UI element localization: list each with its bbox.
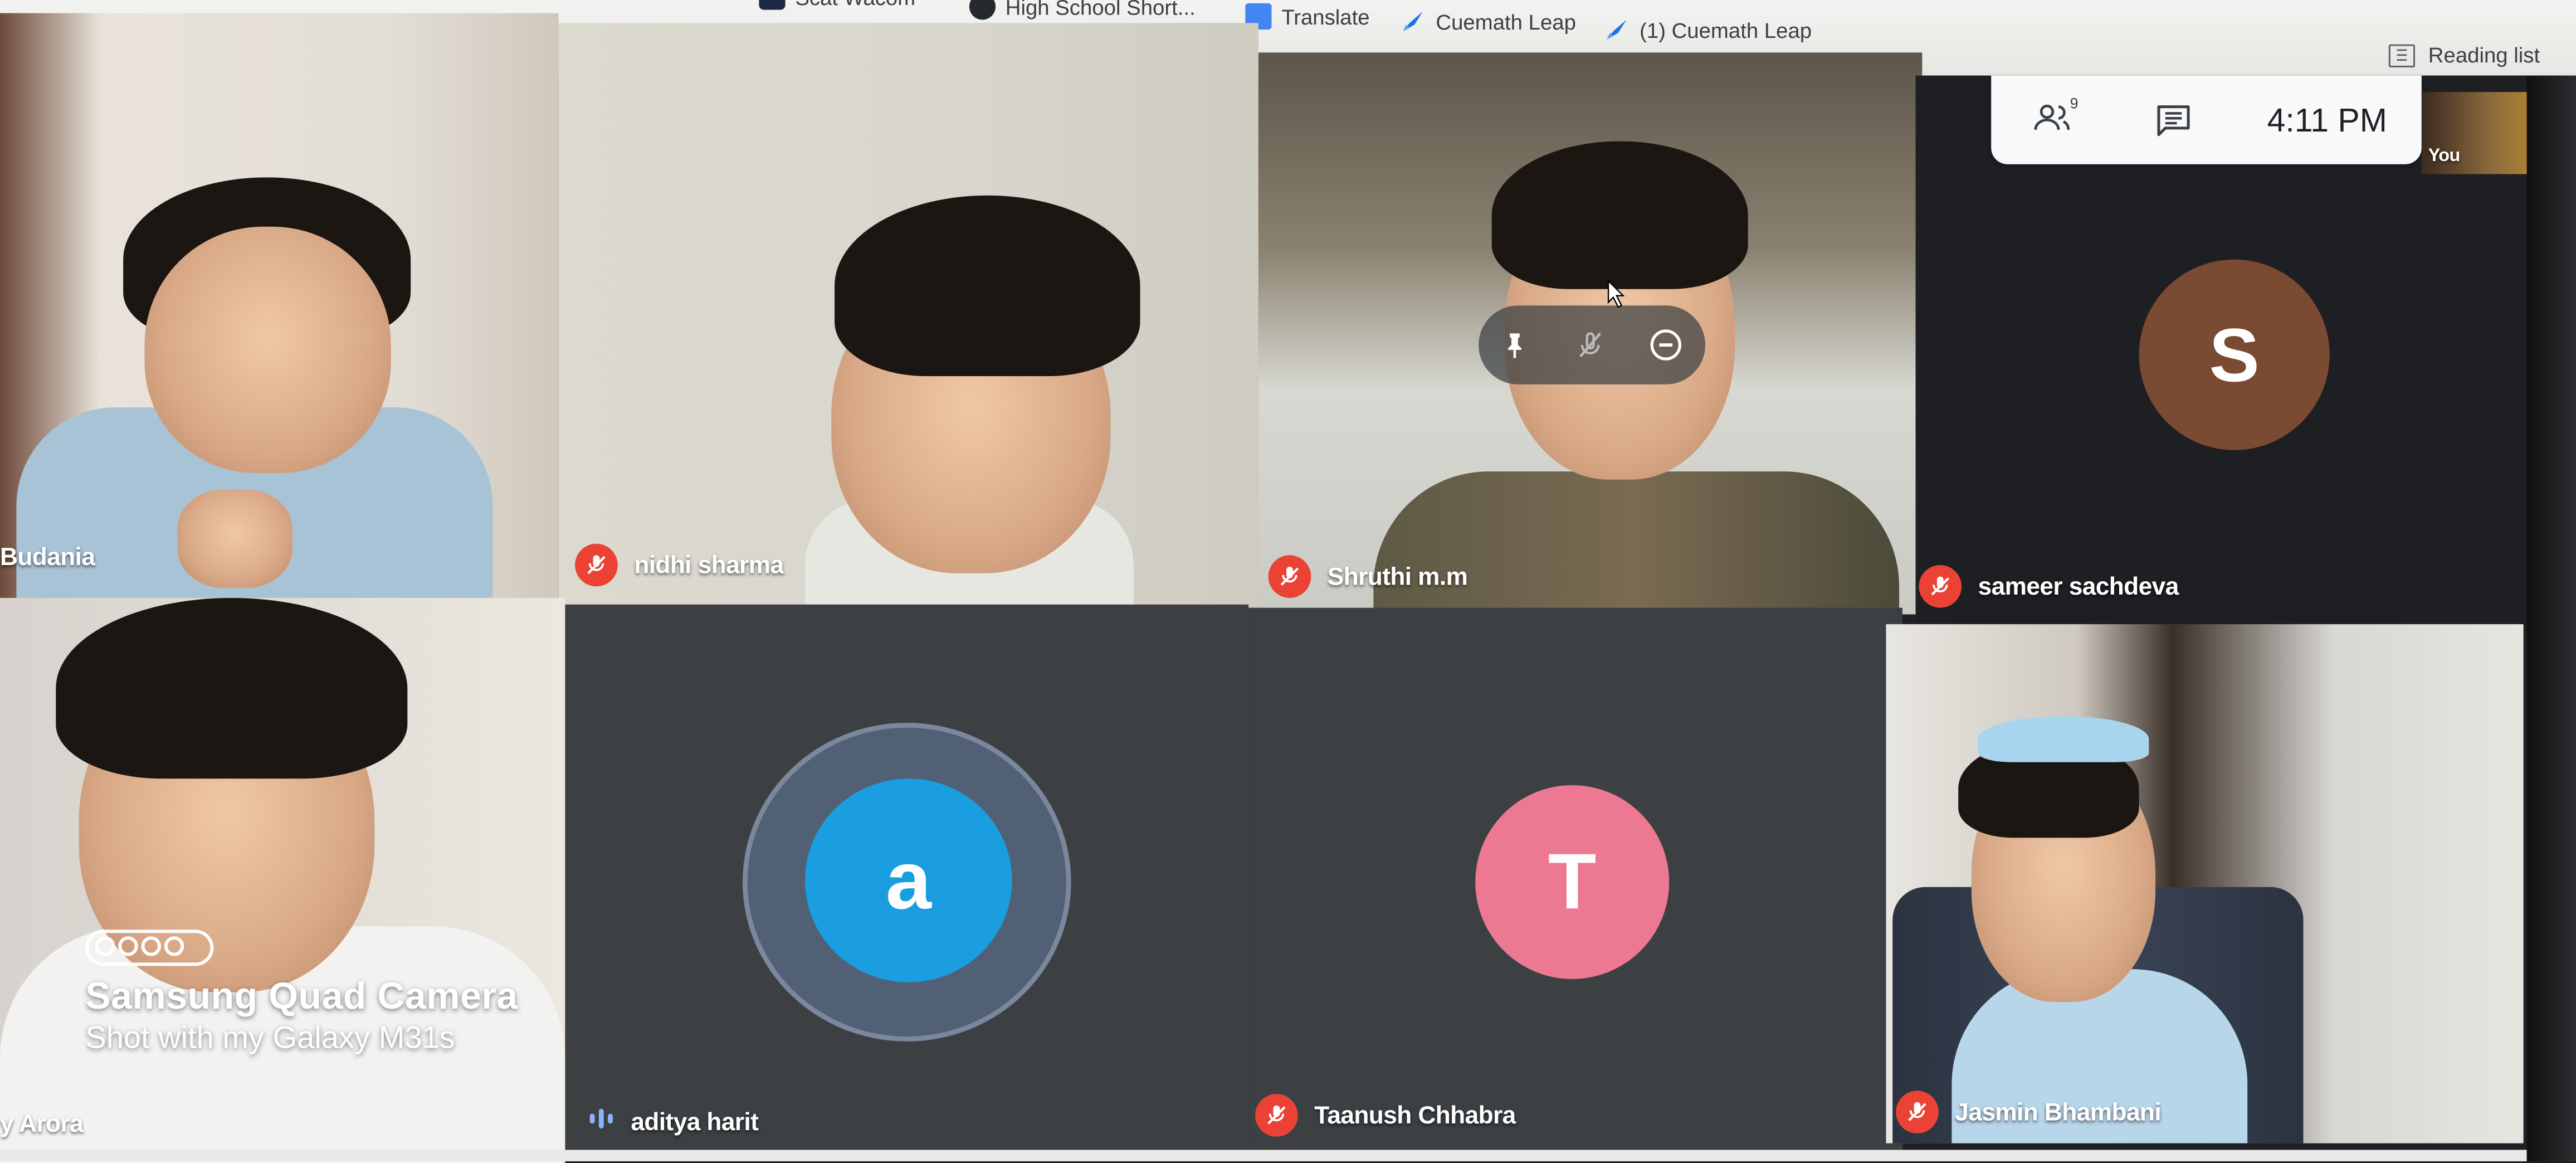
participant-name-tag: sameer sachdeva	[1919, 565, 2179, 608]
participant-tile-aditya-harit[interactable]: a aditya harit	[565, 604, 1249, 1157]
chat-icon	[2157, 105, 2190, 137]
self-view-label: You	[2428, 146, 2461, 166]
participant-name: y Arora	[0, 1110, 84, 1138]
quad-camera-logo	[85, 930, 214, 966]
rocket-icon	[1400, 8, 1426, 35]
bookmark-scat-wacom[interactable]: Scat Wacom	[759, 0, 915, 10]
participant-avatar: T	[1475, 785, 1670, 979]
participant-name-tag: Shruthi m.m	[1268, 555, 1468, 598]
participant-tile-budania[interactable]: Budania	[0, 13, 559, 598]
reading-list-button[interactable]: Reading list	[2389, 43, 2540, 67]
screen-bezel-right	[2526, 75, 2576, 1162]
bookmark-high-school[interactable]: High School Short...	[969, 0, 1196, 20]
participant-name-tag: Jasmin Bhambani	[1896, 1091, 2162, 1133]
participant-tile-arora[interactable]: y Arora	[0, 597, 565, 1163]
bookmark-cuemath-leap[interactable]: Cuemath Leap	[1400, 8, 1576, 35]
bookmark-cuemath-leap-2[interactable]: (1) Cuemath Leap	[1603, 16, 1812, 42]
participant-name-tag: Taanush Chhabra	[1255, 1094, 1516, 1137]
people-icon	[2034, 104, 2070, 130]
remove-icon[interactable]	[1646, 325, 1686, 365]
participant-name: Budania	[0, 543, 95, 572]
rocket-icon	[1603, 16, 1629, 42]
watermark-subtitle: Shot with my Galaxy M31s	[85, 1021, 455, 1057]
participant-tile-nidhi-sharma[interactable]: nidhi sharma	[558, 23, 1258, 608]
meeting-info-panel: 9 4:11 PM	[1991, 75, 2422, 164]
scat-wacom-icon	[759, 0, 786, 10]
mic-off-icon	[1919, 565, 1962, 608]
participant-tile-taanush-chhabra[interactable]: T Taanush Chhabra	[1248, 607, 1902, 1150]
mic-off-icon[interactable]	[1570, 325, 1610, 365]
participant-avatar: a	[805, 778, 1012, 982]
mic-off-icon	[1268, 555, 1311, 598]
meet-window: Scat Wacom High School Short... Translat…	[0, 0, 2576, 1163]
participant-tile-jasmin-bhambani[interactable]: Jasmin Bhambani	[1886, 624, 2524, 1143]
camera-watermark: Samsung Quad Camera Shot with my Galaxy …	[85, 930, 518, 1058]
participants-button[interactable]: 9	[2034, 95, 2079, 143]
screen-bezel	[0, 1150, 2576, 1162]
pin-icon[interactable]	[1495, 325, 1535, 365]
meeting-clock: 4:11 PM	[2267, 103, 2387, 140]
reading-list-icon	[2389, 43, 2416, 67]
mic-off-icon	[1255, 1094, 1298, 1137]
participant-name-tag: nidhi sharma	[575, 543, 784, 587]
speaking-indicator-icon	[588, 1107, 614, 1137]
chat-button[interactable]	[2155, 104, 2192, 145]
mic-off-icon	[1896, 1091, 1939, 1133]
participant-avatar: S	[2139, 259, 2330, 450]
mic-off-icon	[575, 543, 618, 587]
bookmark-translate[interactable]: Translate	[1245, 3, 1370, 30]
mouse-cursor-icon	[1607, 279, 1625, 308]
tile-hover-controls	[1479, 305, 1706, 385]
github-icon	[969, 0, 996, 20]
participant-name-tag: aditya harit	[588, 1107, 759, 1137]
watermark-title: Samsung Quad Camera	[85, 974, 518, 1017]
participants-count: 9	[2070, 95, 2079, 112]
